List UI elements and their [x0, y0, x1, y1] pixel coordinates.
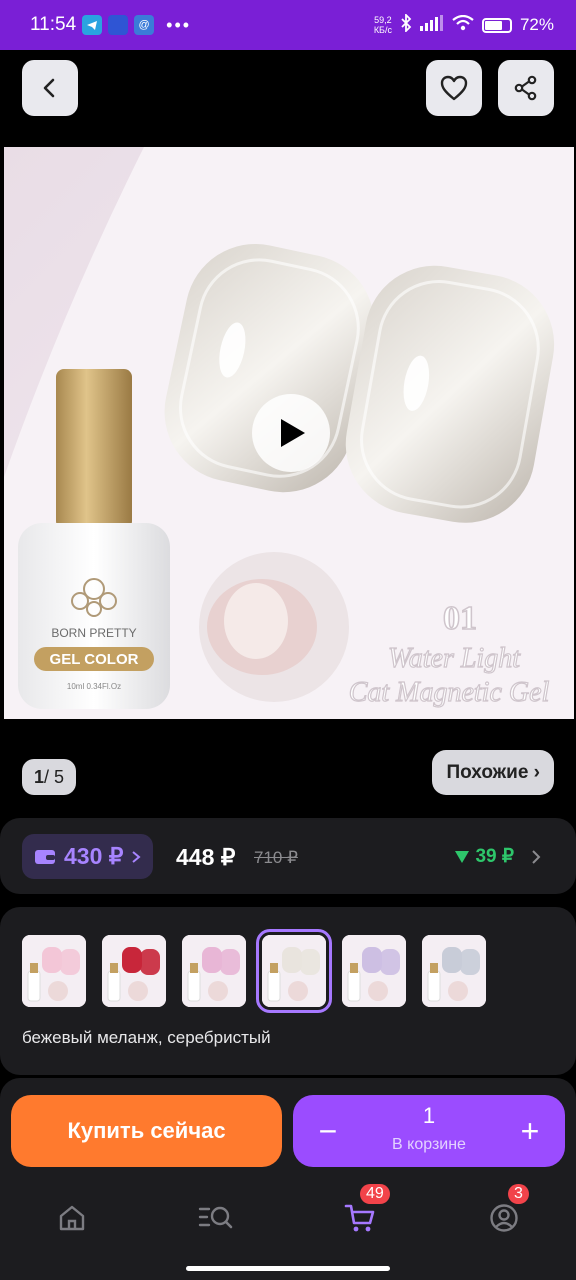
bottom-tab-bar: 49 3	[0, 1184, 576, 1246]
wallet-price: 430 ₽	[64, 843, 124, 869]
old-price: 710 ₽	[254, 848, 298, 867]
cashback[interactable]: 39 ₽	[455, 845, 542, 868]
variants-card	[0, 907, 576, 1075]
caption-line1-text: Water Light	[388, 643, 521, 674]
bottle-line-text: GEL COLOR	[50, 651, 139, 668]
shade-number-text: 01	[443, 600, 477, 637]
cart-quantity-stepper: − 1 В корзине +	[293, 1095, 565, 1167]
increase-quantity-button[interactable]: +	[495, 1095, 565, 1167]
wallet-price-pill[interactable]: 430 ₽	[22, 834, 154, 879]
profile-notification-badge: 3	[508, 1184, 529, 1204]
favorite-button[interactable]	[426, 60, 482, 116]
mail-icon: @	[134, 15, 155, 35]
share-icon	[514, 75, 537, 101]
signal-icon	[419, 14, 444, 36]
telegram-icon	[82, 15, 103, 35]
tab-cart[interactable]: 49	[330, 1184, 390, 1246]
status-bar: 11:54 @ ••• 59,2 КБ/с 72%	[0, 0, 576, 50]
image-counter: 1 / 5	[22, 759, 77, 795]
share-button[interactable]	[498, 60, 554, 116]
similar-products-button[interactable]: Похожие ›	[432, 750, 554, 795]
status-time: 11:54	[30, 14, 77, 35]
caption-line2-text: Cat Magnetic Gel	[349, 677, 550, 708]
chevron-right-icon	[532, 849, 541, 864]
top-navigation	[22, 60, 554, 116]
buy-now-button[interactable]: Купить сейчас	[11, 1095, 282, 1167]
home-icon	[59, 1205, 85, 1231]
selected-variant-label: бежевый меланж, серебристый	[22, 1028, 271, 1047]
more-notifications-icon: •••	[166, 14, 192, 35]
wallet-icon	[35, 849, 55, 864]
play-video-button[interactable]	[252, 394, 330, 472]
bottle-volume-text: 10ml 0.34Fl.Oz	[67, 682, 121, 691]
bluetooth-icon	[400, 12, 412, 37]
battery-percent: 72%	[519, 15, 554, 34]
home-indicator	[186, 1266, 390, 1271]
image-counter-total: / 5	[44, 766, 65, 787]
image-counter-current: 1	[34, 766, 45, 787]
color-swatch[interactable]	[182, 935, 246, 1007]
wifi-icon	[452, 14, 474, 36]
cart-count-badge: 49	[360, 1184, 390, 1204]
tab-home[interactable]	[42, 1190, 102, 1246]
catalog-search-icon	[198, 1206, 233, 1229]
color-swatch[interactable]	[342, 935, 406, 1007]
color-swatch[interactable]	[256, 929, 332, 1013]
color-swatch[interactable]	[102, 935, 166, 1007]
news-app-icon	[108, 15, 129, 35]
color-swatches	[22, 929, 486, 1013]
color-swatch[interactable]	[422, 935, 486, 1007]
cart-icon	[344, 1204, 375, 1232]
heart-icon	[440, 75, 468, 101]
product-image[interactable]: BORN PRETTY GEL COLOR 10ml 0.34Fl.Oz 01 …	[4, 147, 574, 719]
tab-catalog[interactable]	[186, 1190, 246, 1246]
chevron-left-icon	[43, 78, 55, 98]
color-swatch[interactable]	[22, 935, 86, 1007]
battery-icon	[481, 17, 512, 33]
back-button[interactable]	[22, 60, 78, 116]
play-icon	[281, 419, 305, 447]
price-card[interactable]: 430 ₽ 448 ₽ 710 ₽ 39 ₽	[0, 818, 576, 894]
cashback-amount: 39 ₽	[475, 846, 514, 867]
current-price: 448 ₽	[176, 844, 236, 870]
tab-profile[interactable]: 3	[474, 1184, 534, 1246]
arrow-down-icon	[455, 850, 470, 863]
network-speed: 59,2 КБ/с	[373, 15, 392, 35]
bottle-brand-text: BORN PRETTY	[51, 626, 136, 640]
chevron-right-icon	[132, 850, 141, 863]
profile-icon	[490, 1204, 518, 1232]
